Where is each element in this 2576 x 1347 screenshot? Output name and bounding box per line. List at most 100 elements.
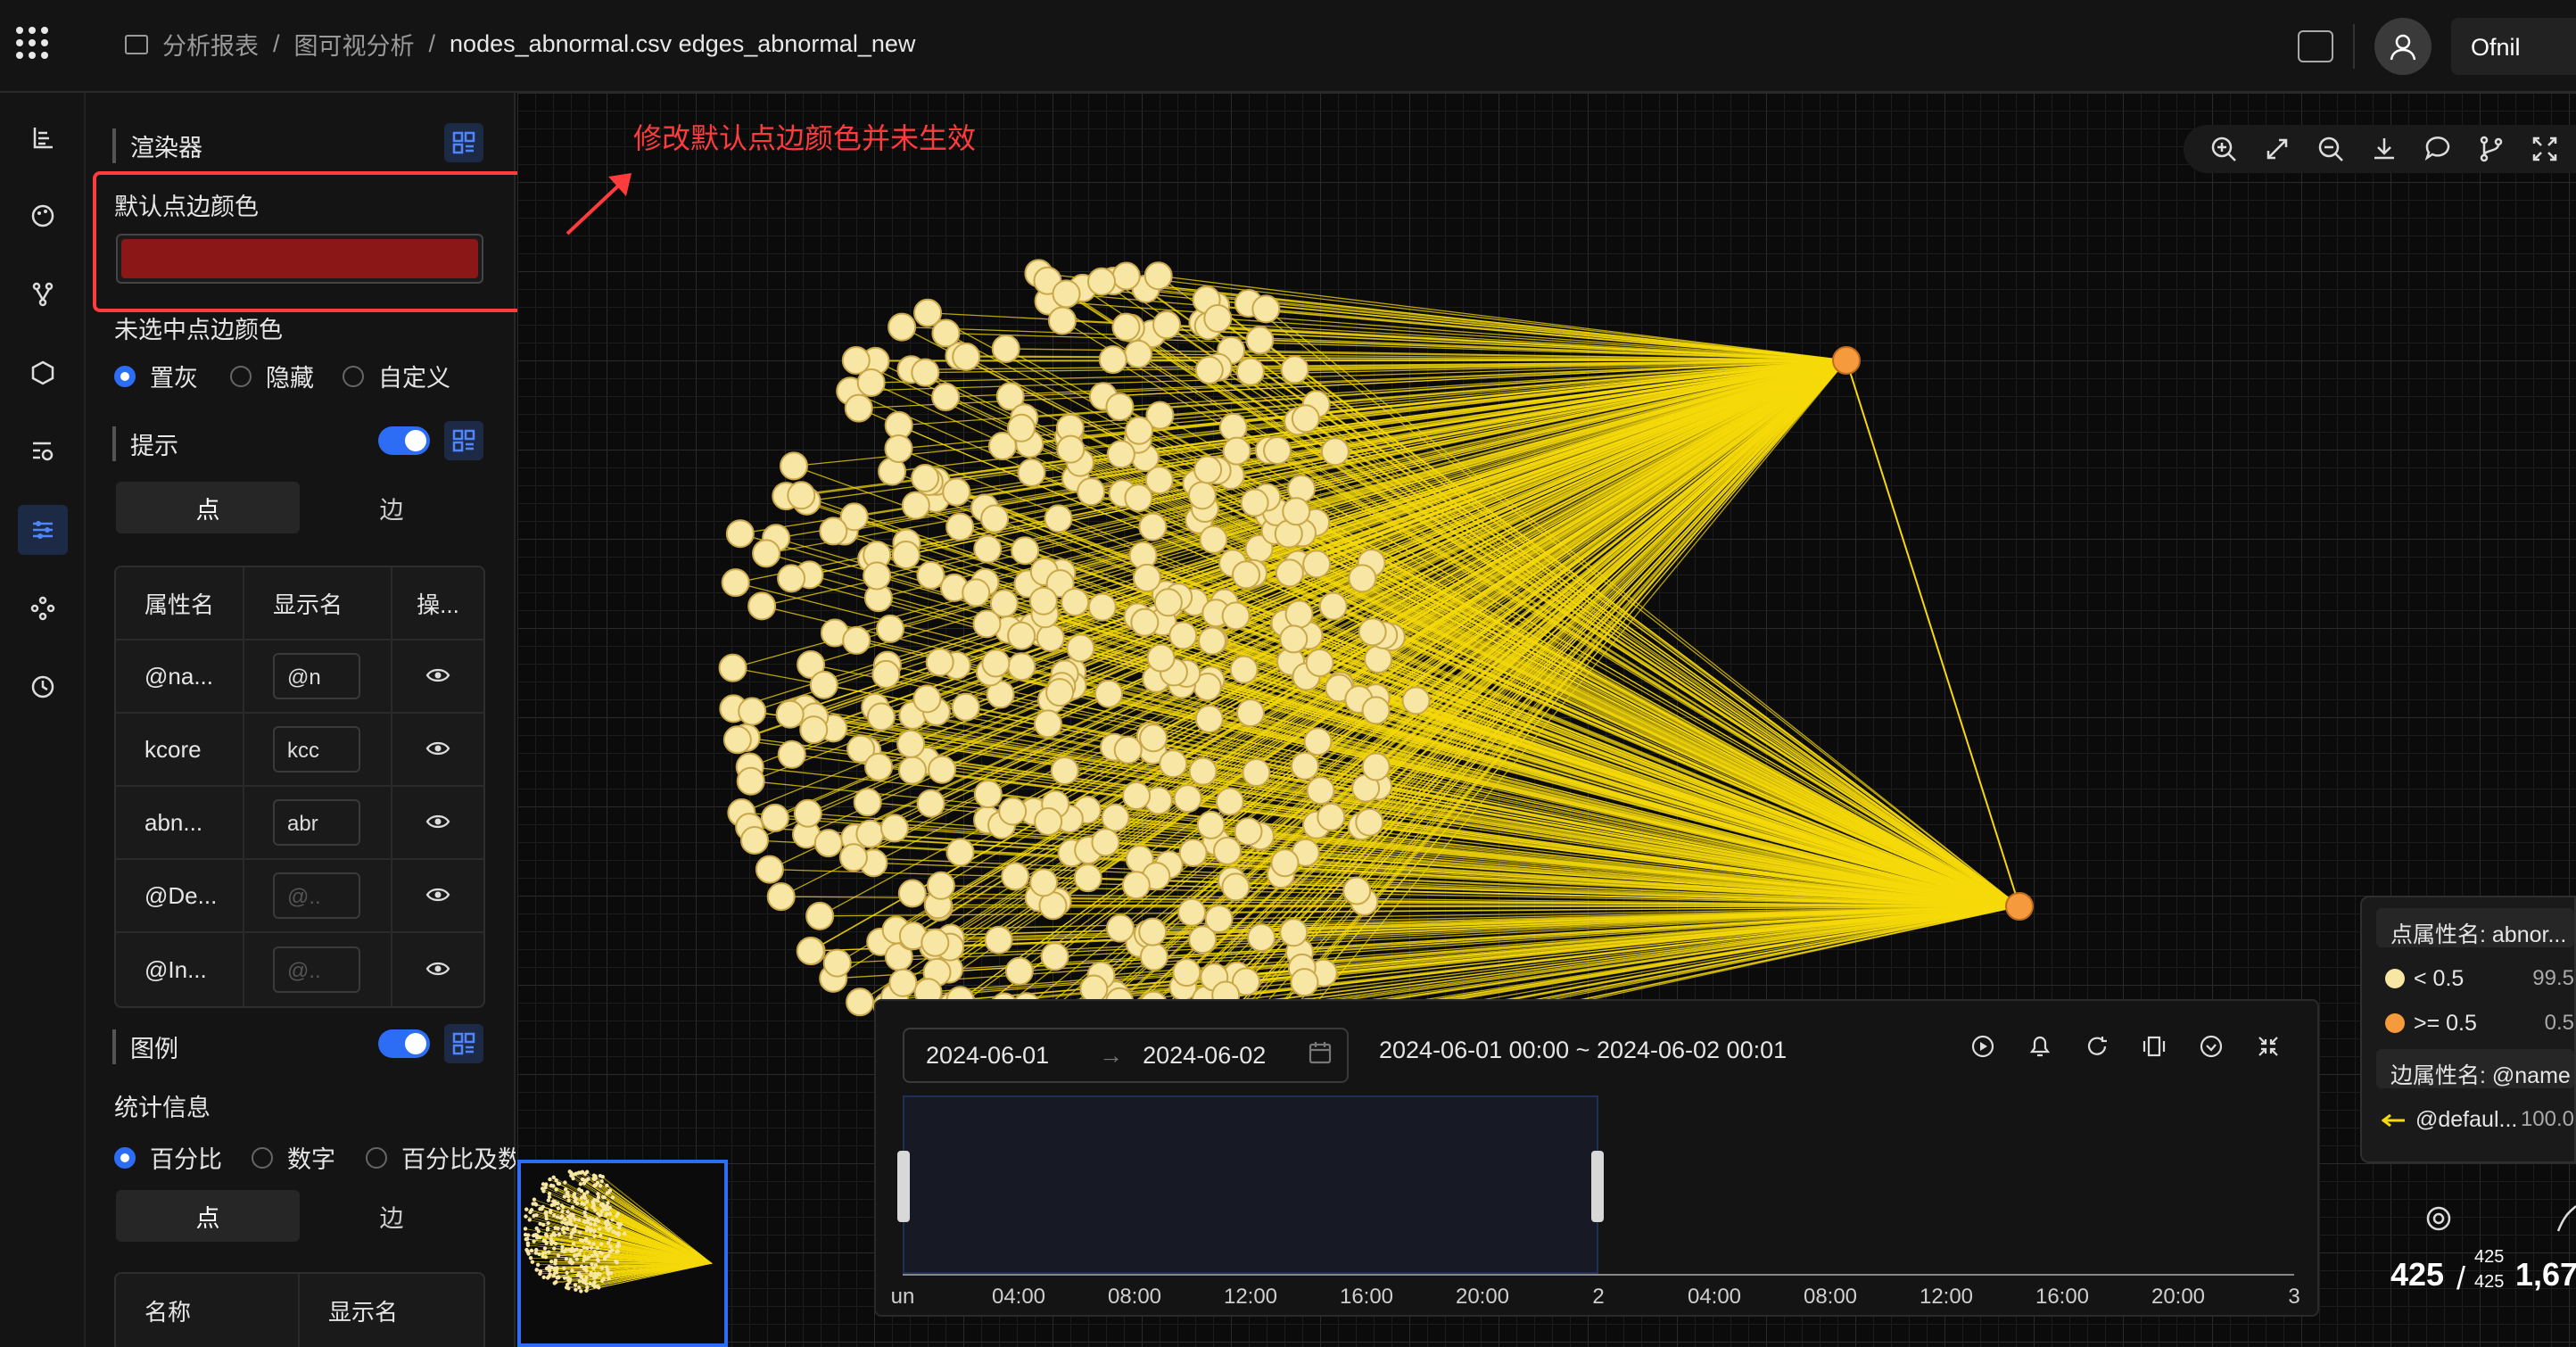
tab-node[interactable]: 点 [116, 482, 300, 533]
graph-node[interactable] [962, 578, 991, 607]
tab-edge[interactable]: 边 [300, 1190, 483, 1242]
graph-node[interactable] [819, 516, 848, 546]
graph-node[interactable] [1242, 758, 1271, 788]
graph-node[interactable] [1291, 404, 1320, 434]
display-name-input[interactable]: @.. [273, 872, 360, 919]
graph-node[interactable] [942, 477, 971, 507]
radio-hide[interactable]: 隐藏 [230, 359, 314, 393]
graph-node[interactable] [747, 591, 777, 621]
graph-node[interactable] [1066, 633, 1095, 663]
graph-node[interactable] [738, 697, 767, 726]
end-date[interactable]: 2024-06-02 [1143, 1042, 1266, 1070]
user-name[interactable]: Ofnil [2451, 18, 2576, 75]
display-name-input[interactable]: kcc [273, 726, 360, 773]
graph-node[interactable] [1105, 393, 1135, 422]
graph-node[interactable] [1173, 784, 1202, 814]
graph-node[interactable] [1187, 481, 1217, 510]
graph-node[interactable] [1139, 723, 1168, 753]
display-name-input[interactable]: @n [273, 653, 360, 699]
play-icon[interactable] [1969, 1033, 1996, 1060]
graph-node[interactable] [916, 789, 945, 818]
graph-node[interactable] [1215, 787, 1244, 816]
graph-node[interactable] [1178, 838, 1208, 867]
graph-node[interactable] [911, 463, 940, 492]
legend-item[interactable]: < 0.5 99.5 [2376, 956, 2574, 1001]
date-range-picker[interactable]: 2024-06-01 → 2024-06-02 [903, 1028, 1349, 1083]
graph-node[interactable] [1194, 355, 1224, 384]
graph-node[interactable] [752, 539, 781, 568]
graph-node[interactable] [1270, 848, 1300, 878]
legend-toggle[interactable] [378, 1029, 430, 1058]
cube-icon[interactable] [18, 348, 68, 398]
minimap[interactable] [517, 1160, 728, 1347]
graph-node[interactable] [1094, 679, 1124, 708]
graph-node[interactable] [1188, 756, 1218, 786]
graph-node[interactable] [1121, 871, 1151, 900]
graph-node[interactable] [721, 568, 750, 598]
display-name-input[interactable]: abr [273, 799, 360, 846]
graph-node[interactable] [1290, 968, 1319, 997]
graph-node[interactable] [1138, 512, 1168, 541]
graph-node[interactable] [981, 649, 1011, 678]
graph-node[interactable] [1221, 601, 1251, 631]
graph-node[interactable] [1011, 536, 1040, 566]
graph-node[interactable] [1146, 643, 1176, 673]
tooltip-layout-icon[interactable] [444, 421, 483, 460]
graph-node[interactable] [912, 684, 942, 714]
graph-node[interactable] [1073, 864, 1102, 893]
graph-node[interactable] [718, 653, 747, 682]
refresh-icon[interactable] [2084, 1033, 2110, 1060]
graph-node[interactable] [1218, 412, 1248, 442]
search-list-icon[interactable] [18, 426, 68, 476]
graph-node[interactable] [891, 540, 921, 569]
graph-node[interactable] [1028, 586, 1058, 616]
check-circle-icon[interactable] [2198, 1033, 2225, 1060]
graph-node[interactable] [1159, 749, 1188, 779]
graph-node[interactable] [1106, 440, 1135, 469]
graph-node[interactable] [1007, 621, 1036, 650]
graph-node[interactable] [775, 699, 805, 729]
graph-node[interactable] [1234, 817, 1263, 847]
download-icon[interactable] [2367, 132, 2401, 166]
bell-icon[interactable] [2027, 1033, 2053, 1060]
graph-node[interactable] [1305, 648, 1334, 677]
graph-node[interactable] [1172, 958, 1201, 988]
graph-node[interactable] [796, 936, 825, 965]
graph-node[interactable] [866, 702, 896, 731]
graph-node[interactable] [842, 625, 871, 655]
time-brush[interactable] [897, 1095, 1604, 1274]
graph-node[interactable] [1033, 709, 1062, 739]
graph-node[interactable] [1279, 918, 1309, 947]
graph-node[interactable] [945, 838, 975, 867]
graph-node[interactable] [928, 755, 957, 784]
graph-node[interactable] [931, 383, 961, 412]
graph-node[interactable] [998, 797, 1028, 826]
graph-node[interactable] [1040, 942, 1069, 971]
graph-node[interactable] [1275, 558, 1304, 588]
graph-node[interactable] [1290, 751, 1319, 781]
graph-node[interactable] [888, 312, 917, 342]
eye-icon[interactable] [425, 809, 450, 837]
brush-handle-left[interactable] [897, 1151, 910, 1222]
graph-node[interactable] [1355, 807, 1384, 837]
graph-node[interactable] [973, 534, 1003, 564]
graph-node[interactable] [897, 756, 927, 785]
graph-node[interactable] [1320, 437, 1350, 467]
graph-node[interactable] [1196, 810, 1226, 839]
graph-node[interactable] [863, 561, 892, 591]
graph-node[interactable] [945, 512, 975, 541]
graph-node[interactable] [879, 814, 909, 843]
graph-node[interactable] [809, 670, 838, 699]
graph-node[interactable] [1124, 339, 1153, 368]
graph-node[interactable] [846, 988, 875, 1017]
graph-node[interactable] [1240, 488, 1269, 517]
graph-node[interactable] [901, 491, 930, 520]
radio-percent-and-number[interactable]: 百分比及数 [366, 1140, 516, 1175]
eye-icon[interactable] [425, 882, 450, 910]
graph-node[interactable] [1221, 872, 1251, 902]
graph-node[interactable] [853, 788, 882, 817]
graph-node[interactable] [911, 358, 940, 387]
graph-node[interactable] [1222, 436, 1251, 466]
graph-node[interactable] [1139, 942, 1168, 971]
graph-node[interactable] [1229, 655, 1259, 684]
